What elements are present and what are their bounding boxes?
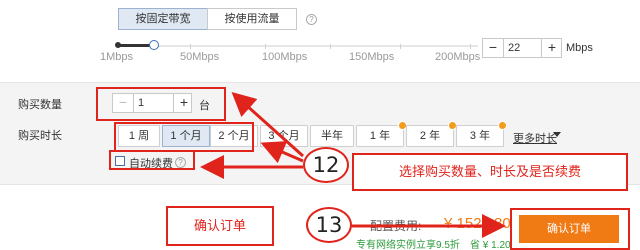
step-13-bubble: 13 <box>306 207 352 243</box>
step-12-callout: 选择购买数量、时长及是否续费 <box>352 153 628 191</box>
step-12-bubble: 12 <box>303 147 349 183</box>
step-13-callout: 确认订单 <box>166 206 274 246</box>
